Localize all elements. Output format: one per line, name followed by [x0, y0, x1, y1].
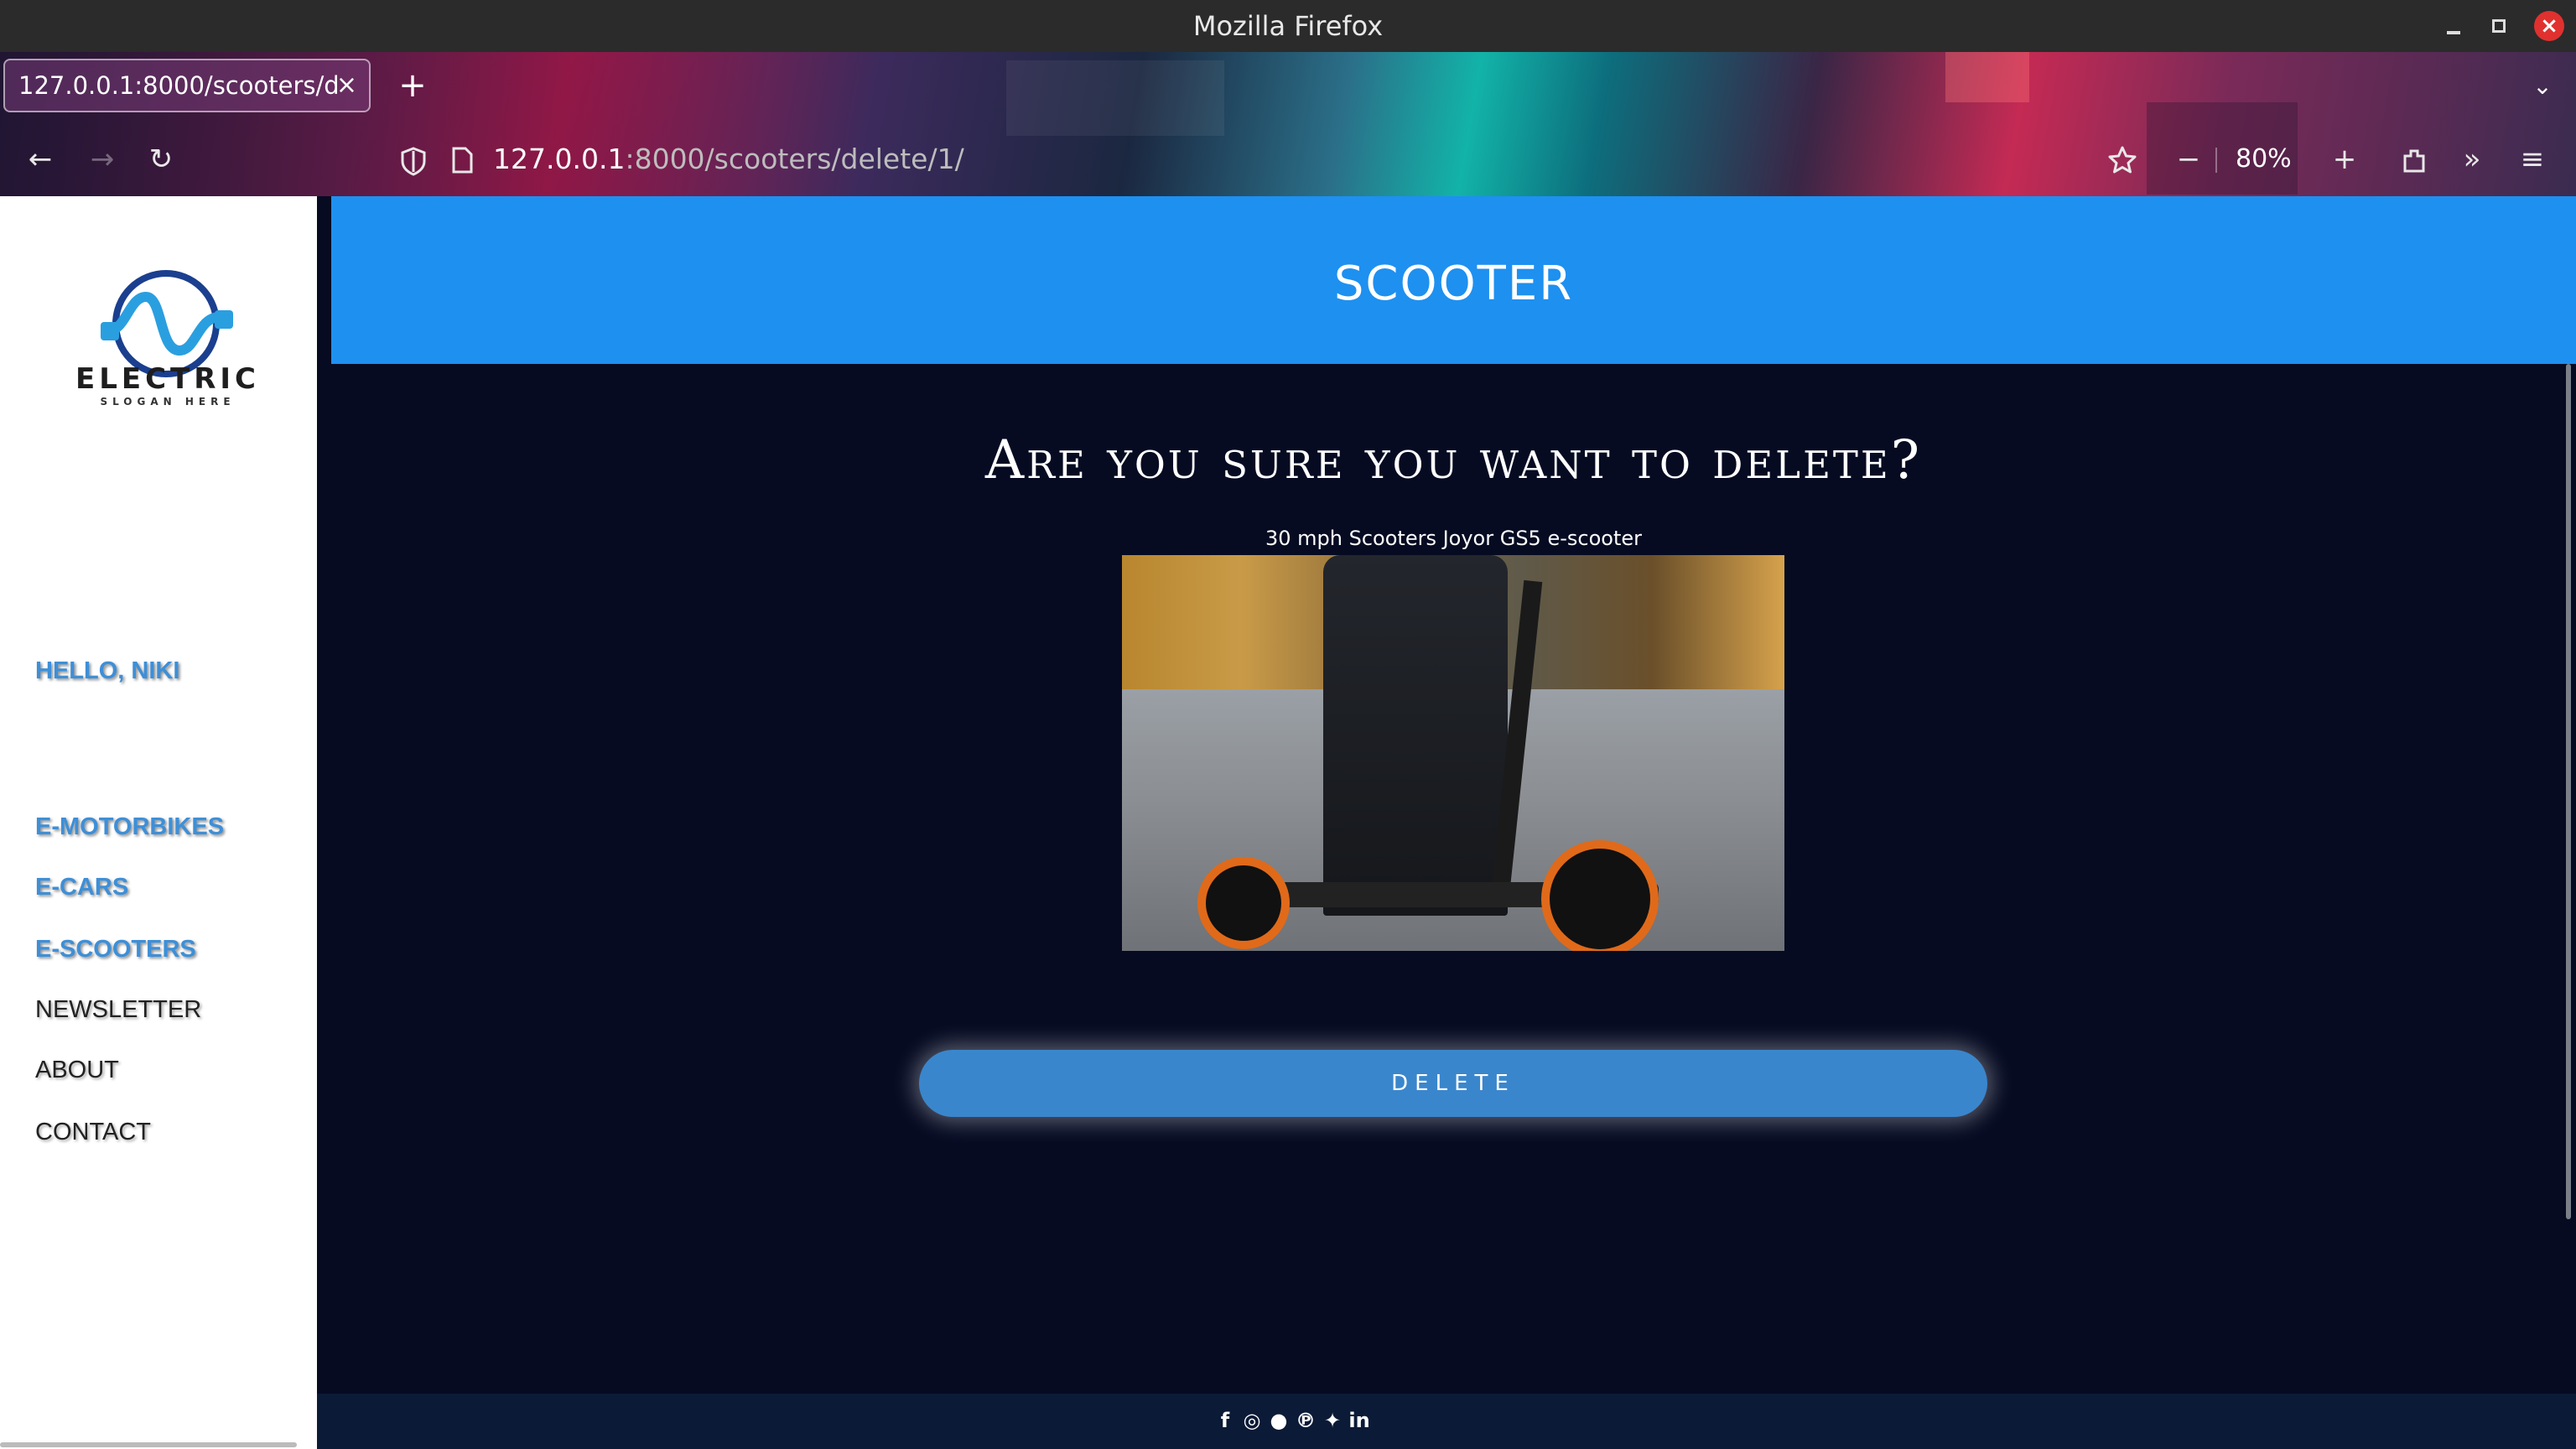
- delete-question: Are you sure you want to delete?: [984, 429, 1923, 491]
- url-path: :8000/scooters/delete/1/: [625, 143, 964, 175]
- horizontal-scrollbar[interactable]: [0, 1442, 297, 1447]
- sidebar: ELECTRIC SLOGAN HERE HELLO, NIKI E-MOTOR…: [0, 196, 317, 1449]
- social-links: f ◎ ● ℗ ✦ in: [1214, 1409, 1370, 1436]
- zoom-out-button[interactable]: −: [2170, 141, 2207, 178]
- window-title: Mozilla Firefox: [1192, 10, 1384, 42]
- back-arrow-icon[interactable]: ←: [22, 141, 59, 178]
- photo-scooter-wheel: [1541, 840, 1659, 951]
- sidebar-item-contact[interactable]: CONTACT: [35, 1119, 151, 1146]
- photo-person: [1323, 555, 1508, 916]
- url-bar[interactable]: 127.0.0.1:8000/scooters/delete/1/: [493, 141, 964, 178]
- scooter-caption: 30 mph Scooters Joyor GS5 e-scooter: [1265, 527, 1642, 550]
- tab-close-icon[interactable]: ×: [336, 69, 357, 102]
- browser-toolbar: 127.0.0.1:8000/scooters/d × + ⌄ ← → ↻ 12…: [0, 52, 2576, 196]
- sidebar-item-e-scooters[interactable]: E-SCOOTERS: [35, 936, 196, 963]
- tab-strip: 127.0.0.1:8000/scooters/d × + ⌄: [0, 52, 2576, 122]
- logo-slogan: SLOGAN HERE: [100, 396, 236, 408]
- close-window-button[interactable]: ×: [2534, 11, 2564, 41]
- page-header: SCOOTER: [331, 196, 2576, 364]
- page-info-icon[interactable]: [449, 146, 475, 174]
- new-tab-button[interactable]: +: [396, 69, 429, 102]
- nav-bar: ← → ↻ 127.0.0.1:8000/scooters/delete/1/ …: [0, 122, 2576, 196]
- delete-button[interactable]: DELETE: [919, 1050, 1987, 1117]
- linkedin-icon[interactable]: in: [1348, 1409, 1370, 1432]
- twitter-icon[interactable]: ✦: [1322, 1409, 1343, 1432]
- sidebar-item-e-motorbikes[interactable]: E-MOTORBIKES: [35, 813, 224, 841]
- logo-text: ELECTRIC: [75, 362, 261, 396]
- page-title: SCOOTER: [1333, 257, 1574, 311]
- hamburger-menu-icon[interactable]: ≡: [2514, 141, 2551, 178]
- zoom-in-button[interactable]: +: [2326, 141, 2363, 178]
- instagram-icon[interactable]: ◎: [1241, 1409, 1263, 1432]
- divider: [2215, 148, 2217, 173]
- chevron-down-icon[interactable]: ⌄: [2527, 72, 2558, 102]
- zoom-level[interactable]: 80%: [2236, 141, 2292, 178]
- sidebar-item-e-cars[interactable]: E-CARS: [35, 874, 128, 901]
- minimize-button[interactable]: [2438, 11, 2469, 41]
- pinterest-icon[interactable]: ℗: [1295, 1409, 1317, 1432]
- tab-title: 127.0.0.1:8000/scooters/d: [18, 71, 337, 100]
- web-page: ELECTRIC SLOGAN HERE HELLO, NIKI E-MOTOR…: [0, 196, 2576, 1449]
- extensions-icon[interactable]: [2400, 146, 2428, 174]
- tab-active[interactable]: 127.0.0.1:8000/scooters/d ×: [3, 59, 371, 112]
- scooter-photo: [1122, 555, 1784, 951]
- photo-scooter-wheel: [1197, 857, 1290, 949]
- shield-icon[interactable]: [399, 146, 428, 176]
- window-titlebar: Mozilla Firefox ×: [0, 0, 2576, 52]
- sidebar-item-about[interactable]: ABOUT: [35, 1057, 119, 1084]
- facebook-icon[interactable]: f: [1214, 1409, 1236, 1432]
- url-host: 127.0.0.1: [493, 143, 626, 175]
- snapchat-icon[interactable]: ●: [1268, 1409, 1290, 1432]
- bookmark-star-icon[interactable]: [2106, 144, 2138, 176]
- greeting-link[interactable]: HELLO, NIKI: [35, 657, 179, 685]
- maximize-button[interactable]: [2484, 11, 2514, 41]
- overflow-chevron-icon[interactable]: »: [2454, 141, 2490, 178]
- vertical-scrollbar[interactable]: [2566, 364, 2571, 1219]
- sidebar-item-newsletter[interactable]: NEWSLETTER: [35, 996, 201, 1024]
- forward-arrow-icon[interactable]: →: [84, 141, 121, 178]
- reload-icon[interactable]: ↻: [143, 141, 179, 178]
- page-footer: f ◎ ● ℗ ✦ in: [317, 1394, 2576, 1449]
